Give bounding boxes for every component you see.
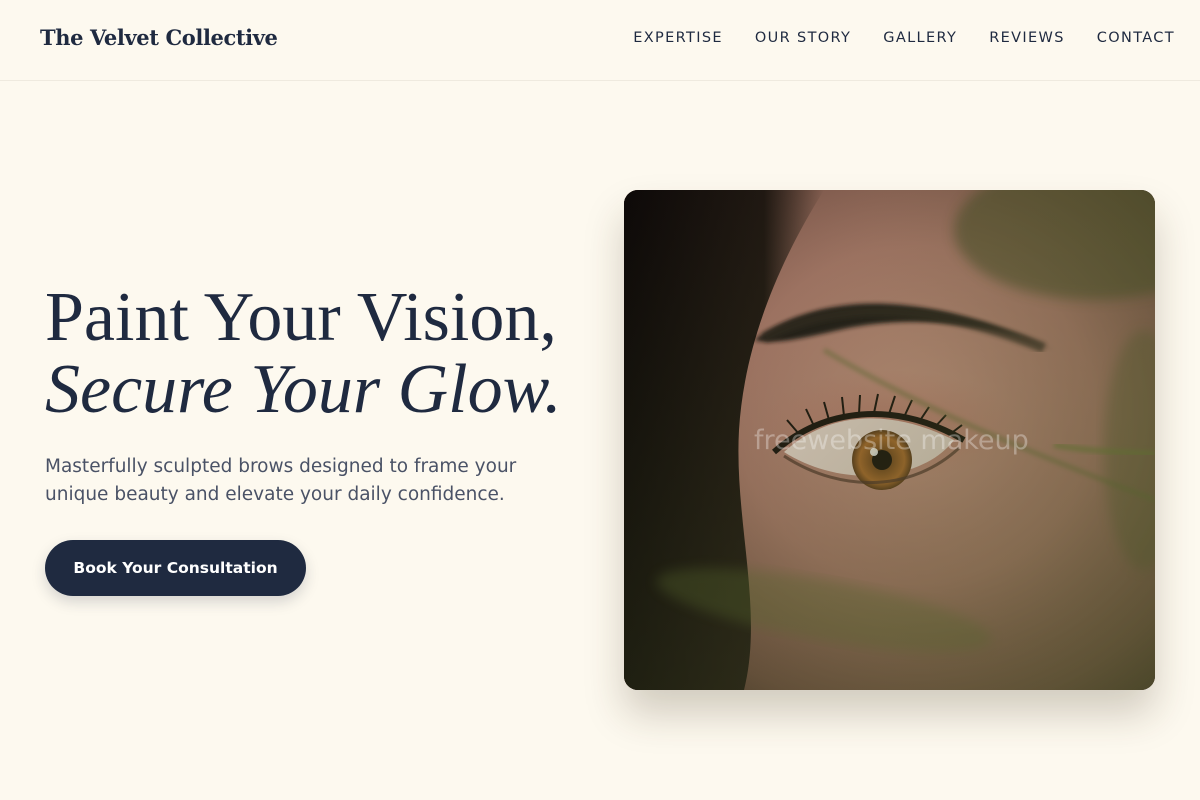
- hero-image: freewebsite makeup: [624, 190, 1155, 690]
- brand-logo[interactable]: The Velvet Collective: [40, 25, 278, 50]
- nav-link-gallery[interactable]: GALLERY: [883, 30, 957, 46]
- site-header: The Velvet Collective EXPERTISE OUR STOR…: [0, 0, 1200, 81]
- hero-title: Paint Your Vision, Secure Your Glow.: [45, 282, 562, 426]
- hero-title-line-1: Paint Your Vision,: [45, 279, 557, 356]
- nav-link-expertise[interactable]: EXPERTISE: [633, 30, 723, 46]
- hero-title-line-2: Secure Your Glow.: [45, 351, 562, 428]
- hero-subtitle: Masterfully sculpted brows designed to f…: [45, 456, 517, 505]
- eye-photo-illustration: [624, 190, 1155, 690]
- main-nav: EXPERTISE OUR STORY GALLERY REVIEWS CONT…: [633, 30, 1175, 46]
- nav-link-contact[interactable]: CONTACT: [1097, 30, 1175, 46]
- nav-link-reviews[interactable]: REVIEWS: [989, 30, 1065, 46]
- book-consultation-button[interactable]: Book Your Consultation: [45, 540, 306, 596]
- nav-link-our-story[interactable]: OUR STORY: [755, 30, 851, 46]
